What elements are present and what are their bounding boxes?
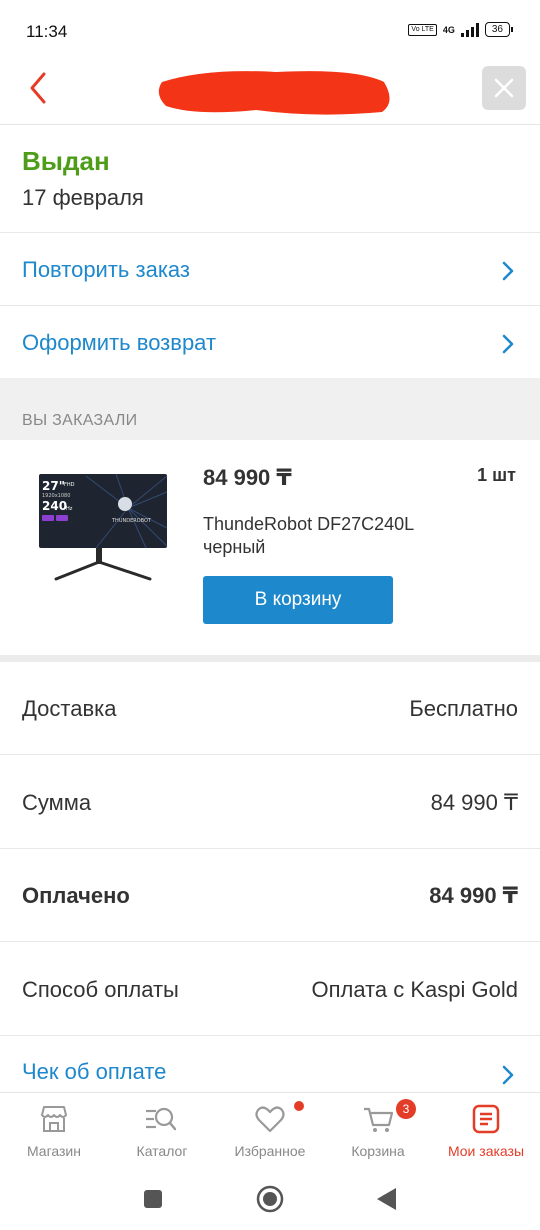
nav-favorites[interactable]: Избранное <box>216 1093 324 1173</box>
image-hz-text: 240 <box>42 499 67 513</box>
product-quantity: 1 шт <box>477 465 516 485</box>
recent-apps-icon[interactable] <box>142 1188 164 1210</box>
image-hz-unit-text: Hz <box>66 506 73 512</box>
sum-value: 84 990 ₸ <box>430 790 518 815</box>
chevron-right-icon <box>502 261 514 281</box>
repeat-order-row[interactable]: Повторить заказ <box>0 233 540 305</box>
return-order-label: Оформить возврат <box>22 330 217 355</box>
receipt-label: Чек об оплате <box>22 1059 167 1084</box>
cart-icon <box>364 1107 394 1132</box>
nav-my-orders[interactable]: Мои заказы <box>432 1093 540 1173</box>
ordered-section-title: ВЫ ЗАКАЗАЛИ <box>22 412 138 429</box>
delivery-value: Бесплатно <box>409 696 518 721</box>
volte-icon: Vo LTE <box>408 23 437 36</box>
nav-label: Магазин <box>26 1143 81 1159</box>
divider <box>0 941 540 942</box>
status-icons: Vo LTE 4G 36 <box>408 22 514 37</box>
sum-label: Сумма <box>22 790 92 815</box>
cart-badge: 3 <box>396 1099 416 1119</box>
delivery-label: Доставка <box>22 696 117 721</box>
nav-label: Корзина <box>351 1143 405 1159</box>
back-nav-icon[interactable] <box>374 1186 398 1212</box>
close-button[interactable] <box>482 66 526 110</box>
back-arrow-icon[interactable] <box>24 70 54 106</box>
divider <box>0 754 540 755</box>
nav-label: Мои заказы <box>447 1143 525 1159</box>
nav-shop[interactable]: Магазин <box>0 1093 108 1173</box>
close-icon <box>494 78 514 98</box>
system-navigation-bar <box>0 1172 540 1230</box>
return-order-row[interactable]: Оформить возврат <box>0 306 540 378</box>
paid-value: 84 990 ₸ <box>429 883 518 908</box>
ordered-section-header <box>0 378 540 440</box>
network-type: 4G <box>442 24 455 35</box>
paid-label: Оплачено <box>22 883 130 908</box>
app-header <box>0 60 540 125</box>
product-price: 84 990 ₸ <box>203 465 292 490</box>
signal-icon <box>460 22 479 37</box>
notification-dot <box>294 1101 304 1111</box>
status-time: 11:34 <box>26 22 68 41</box>
nav-label: Избранное <box>234 1143 306 1159</box>
repeat-order-label: Повторить заказ <box>22 257 190 282</box>
order-date: 17 февраля <box>22 185 144 210</box>
payment-method-label: Способ оплаты <box>22 977 179 1002</box>
product-name[interactable]: ThundeRobot DF27C240L черный <box>203 513 463 559</box>
chevron-right-icon <box>502 334 514 354</box>
image-size-text: 27" <box>42 479 65 493</box>
shop-icon <box>41 1106 67 1132</box>
nav-label: Каталог <box>136 1143 188 1159</box>
payment-method-value: Оплата с Kaspi Gold <box>311 977 518 1002</box>
catalog-search-icon <box>146 1107 176 1131</box>
image-fhd-text: FHD <box>64 482 75 488</box>
divider <box>0 848 540 849</box>
receipt-row[interactable]: Чек об оплате <box>0 1036 540 1092</box>
bottom-navigation: Магазин Каталог Избранное 3 Корзина Мои … <box>0 1092 540 1173</box>
orders-icon <box>472 1104 500 1134</box>
order-status: Выдан <box>22 146 110 176</box>
heart-icon <box>255 1106 285 1133</box>
battery-icon: 36 <box>484 22 514 37</box>
chevron-right-icon <box>502 1065 514 1085</box>
status-bar: 11:34 Vo LTE 4G 36 <box>0 0 540 60</box>
home-icon[interactable] <box>255 1184 285 1214</box>
nav-catalog[interactable]: Каталог <box>108 1093 216 1173</box>
section-separator <box>0 655 540 662</box>
product-image[interactable]: 27" FHD 1920x1080 240 Hz THUNDEROBOT <box>36 472 170 584</box>
redacted-title-mark <box>158 71 390 115</box>
image-brand-text: THUNDEROBOT <box>111 518 152 524</box>
add-to-cart-button[interactable]: В корзину <box>203 576 393 624</box>
nav-cart[interactable]: 3 Корзина <box>324 1093 432 1173</box>
